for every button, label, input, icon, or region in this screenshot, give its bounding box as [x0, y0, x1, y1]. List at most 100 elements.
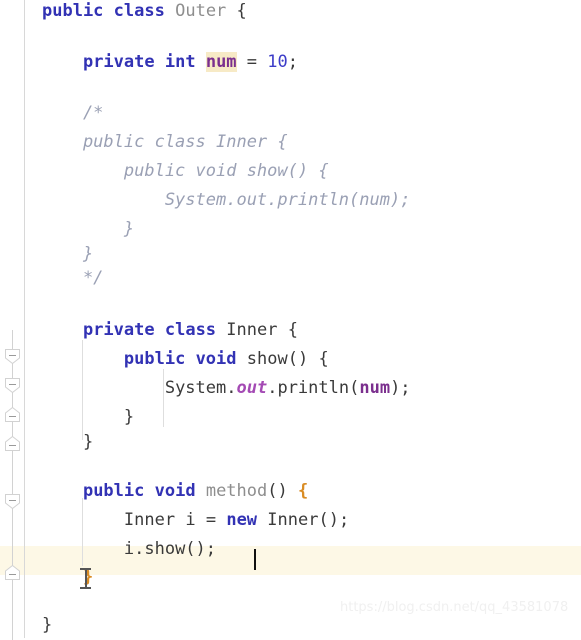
- token-keyword-void: void: [154, 481, 196, 501]
- indent-guide-method-body: [82, 498, 83, 566]
- fold-minus-glyph: [9, 500, 16, 501]
- token-keyword-public: public: [123, 349, 186, 369]
- token-keyword-int: int: [164, 52, 196, 72]
- token-keyword-void: void: [195, 349, 237, 369]
- fold-expand-icon: [5, 407, 20, 422]
- code-line-13[interactable]: private class Inner {: [42, 316, 298, 345]
- fold-minus-glyph: [9, 355, 16, 356]
- watermark: https://blog.csdn.net/qq_43581078: [340, 600, 569, 615]
- fold-collapse-icon: [5, 494, 20, 509]
- indent-guide-inner-class: [82, 340, 83, 440]
- indent-guide-show-body: [163, 369, 164, 427]
- fold-marker-show-method[interactable]: [5, 378, 20, 393]
- token-parens: (): [287, 349, 319, 369]
- token-constructor-call: Inner();: [267, 510, 350, 530]
- fold-rail-outer: [12, 330, 13, 640]
- token-statement-i-show: i.show();: [123, 539, 217, 559]
- token-field-out: out: [236, 378, 268, 398]
- token-field-num: num: [359, 378, 391, 398]
- code-editor[interactable]: public class Outer { private int num = 1…: [0, 0, 581, 640]
- token-keyword-class: class: [113, 1, 165, 21]
- token-open-brace-matched: {: [297, 481, 309, 501]
- fold-collapse-icon: [5, 378, 20, 393]
- fold-minus-glyph: [9, 445, 16, 446]
- fold-marker-method-end[interactable]: [5, 565, 20, 580]
- ibeam-bottom-bar: [80, 587, 91, 589]
- code-line-7[interactable]: public void show() {: [42, 157, 329, 186]
- token-keyword-private: private: [82, 52, 155, 72]
- code-line-1[interactable]: public class Outer {: [42, 0, 247, 26]
- token-var-i: i: [185, 510, 196, 530]
- token-keyword-private: private: [82, 320, 155, 340]
- code-line-20[interactable]: Inner i = new Inner();: [42, 506, 349, 535]
- token-keyword-new: new: [226, 510, 258, 530]
- token-open-brace: {: [318, 349, 329, 369]
- fold-minus-glyph: [9, 416, 16, 417]
- fold-expand-icon: [5, 565, 20, 580]
- token-type-inner: Inner: [123, 510, 176, 530]
- mouse-cursor-ibeam: [80, 568, 91, 589]
- gutter-divider: [24, 0, 25, 638]
- token-assign: =: [246, 52, 258, 72]
- code-line-17[interactable]: }: [42, 428, 93, 457]
- token-parens: (): [267, 481, 298, 501]
- token-system: System.: [164, 378, 237, 398]
- token-type-outer: Outer: [175, 1, 227, 21]
- token-dot: .: [267, 378, 278, 398]
- token-tail: );: [390, 378, 411, 398]
- code-line-3[interactable]: private int num = 10;: [42, 48, 298, 77]
- code-surface[interactable]: public class Outer { private int num = 1…: [25, 0, 581, 638]
- token-keyword-public: public: [42, 1, 104, 21]
- folding-gutter[interactable]: [0, 0, 25, 640]
- code-line-24[interactable]: }: [42, 611, 52, 640]
- token-open-brace: {: [236, 1, 247, 21]
- fold-marker-inner-class[interactable]: [5, 349, 20, 364]
- code-line-5[interactable]: /*: [42, 99, 103, 128]
- code-line-14[interactable]: public void show() {: [42, 345, 329, 374]
- token-semicolon: ;: [287, 52, 299, 72]
- code-line-11[interactable]: */: [42, 264, 103, 293]
- ibeam-stem: [85, 569, 87, 588]
- code-line-6[interactable]: public class Inner {: [42, 128, 288, 157]
- fold-expand-icon: [5, 436, 20, 451]
- fold-marker-method[interactable]: [5, 494, 20, 509]
- fold-marker-collapsed-a[interactable]: [5, 407, 20, 422]
- code-line-21[interactable]: i.show();: [42, 535, 216, 564]
- token-field-num-highlighted: num: [205, 52, 237, 72]
- token-number-10: 10: [267, 52, 288, 72]
- token-method-show: show: [246, 349, 288, 369]
- token-keyword-public: public: [82, 481, 145, 501]
- token-type-inner: Inner: [226, 320, 278, 340]
- fold-minus-glyph: [9, 574, 16, 575]
- fold-collapse-icon: [5, 349, 20, 364]
- token-method-println: println(: [277, 378, 360, 398]
- token-method-name: method: [205, 481, 268, 501]
- code-line-8[interactable]: System.out.println(num);: [42, 186, 411, 215]
- fold-minus-glyph: [9, 384, 16, 385]
- token-keyword-class: class: [164, 320, 217, 340]
- text-caret: [254, 549, 256, 570]
- code-line-15[interactable]: System.out.println(num);: [42, 374, 411, 403]
- fold-marker-collapsed-b[interactable]: [5, 436, 20, 451]
